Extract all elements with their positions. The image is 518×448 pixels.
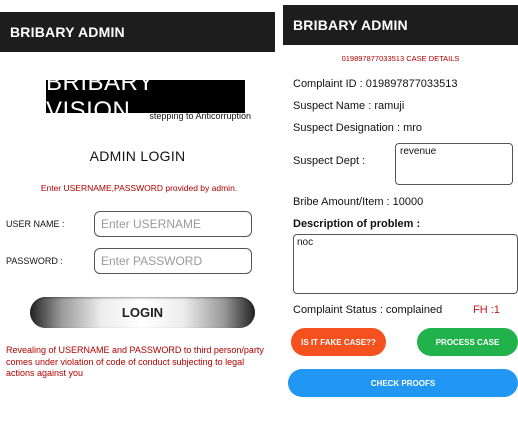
username-input[interactable] xyxy=(94,211,252,237)
bribe-amount: Bribe Amount/Item : 10000 xyxy=(293,196,424,208)
description-field[interactable]: noc xyxy=(293,234,518,294)
password-input[interactable] xyxy=(94,248,252,274)
check-proofs-button[interactable]: CHECK PROOFS xyxy=(288,369,518,397)
fake-case-button[interactable]: IS IT FAKE CASE?? xyxy=(291,328,386,356)
tagline: stepping to Anticorruption xyxy=(149,111,251,121)
suspect-dept-field[interactable]: revenue xyxy=(395,143,513,185)
password-label: PASSWORD : xyxy=(6,256,63,266)
login-screen: BRIBARY ADMIN BRIBARY VISION stepping to… xyxy=(0,0,275,448)
suspect-designation: Suspect Designation : mro xyxy=(293,122,423,134)
username-row: USER NAME : xyxy=(6,211,252,237)
password-row: PASSWORD : xyxy=(6,248,252,274)
complaint-id: Complaint ID : 019897877033513 xyxy=(293,78,458,90)
app-bar: BRIBARY ADMIN xyxy=(283,5,518,45)
login-button[interactable]: LOGIN xyxy=(30,297,255,328)
description-label: Description of problem : xyxy=(293,218,421,230)
case-details-screen: BRIBARY ADMIN 019897877033513 CASE DETAI… xyxy=(283,0,518,448)
fh-count: FH :1 xyxy=(473,304,500,316)
username-label: USER NAME : xyxy=(6,219,65,229)
process-case-button[interactable]: PROCESS CASE xyxy=(417,328,518,356)
page-title: ADMIN LOGIN xyxy=(89,148,186,164)
suspect-dept-label: Suspect Dept : xyxy=(293,155,366,167)
logo: BRIBARY VISION xyxy=(46,69,245,124)
app-bar: BRIBARY ADMIN xyxy=(0,12,275,52)
warning-text: Revealing of USERNAME and PASSWORD to th… xyxy=(6,345,264,379)
app-title: BRIBARY ADMIN xyxy=(10,24,125,40)
suspect-name: Suspect Name : ramuji xyxy=(293,100,405,112)
complaint-status: Complaint Status : complained xyxy=(293,304,443,316)
instruction-text: Enter USERNAME,PASSWORD provided by admi… xyxy=(40,183,238,193)
app-title: BRIBARY ADMIN xyxy=(293,17,408,33)
case-header: 019897877033513 CASE DETAILS xyxy=(341,54,460,63)
